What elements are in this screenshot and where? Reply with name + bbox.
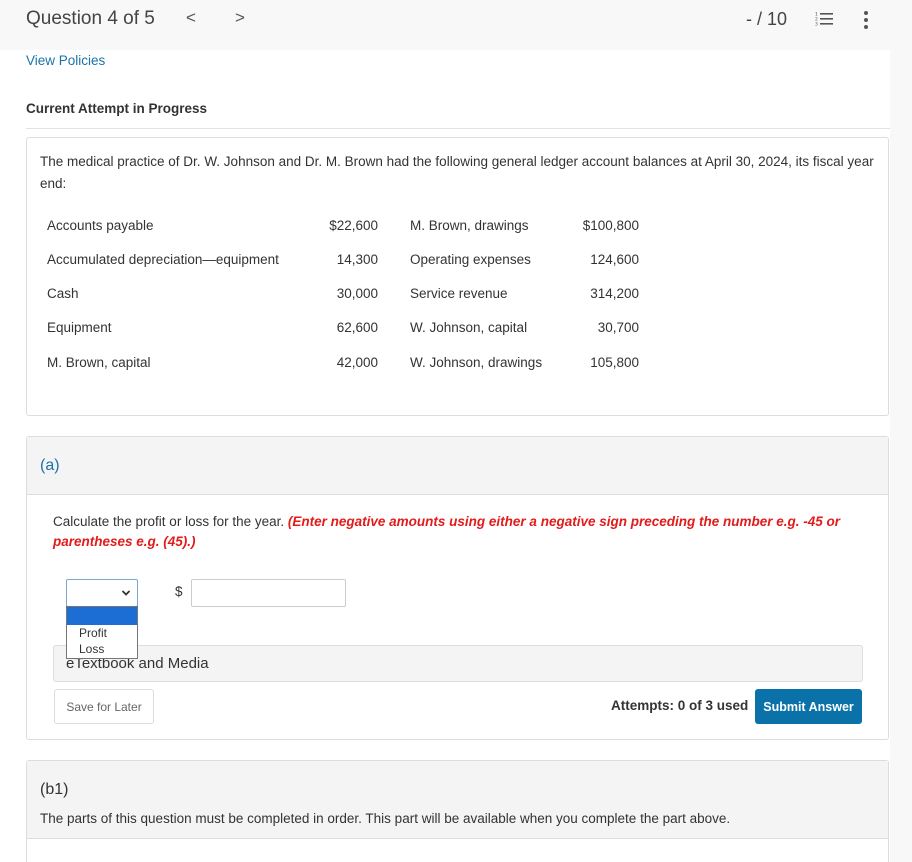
- account-name: Service revenue: [410, 286, 508, 301]
- part-b1-label: (b1): [40, 781, 69, 798]
- question-content: View Policies Current Attempt in Progres…: [0, 50, 890, 862]
- chevron-down-icon: [121, 590, 131, 596]
- attempt-heading: Current Attempt in Progress: [26, 101, 208, 116]
- dropdown-option-loss[interactable]: Loss: [67, 641, 137, 657]
- submit-answer-button[interactable]: Submit Answer: [755, 689, 862, 724]
- account-amount: 314,200: [590, 286, 639, 301]
- account-amount: $100,800: [582, 218, 639, 233]
- account-amount: 30,700: [597, 320, 639, 335]
- next-question-button[interactable]: >: [235, 8, 245, 28]
- more-vertical-icon[interactable]: [862, 10, 870, 30]
- account-amount: $22,600: [329, 218, 378, 233]
- view-policies-link[interactable]: View Policies: [26, 53, 105, 68]
- account-amount: 30,000: [336, 286, 378, 301]
- account-name: W. Johnson, drawings: [410, 355, 543, 370]
- account-name: Equipment: [47, 320, 112, 335]
- part-a-label: (a): [40, 457, 60, 474]
- numbered-list-icon[interactable]: 1 2 3: [815, 11, 833, 27]
- currency-symbol: $: [175, 584, 183, 599]
- question-header: Question 4 of 5 < > - / 10 1 2 3: [0, 0, 912, 50]
- etextbook-media-button[interactable]: eTextbook and Media: [53, 645, 863, 682]
- part-b1-header: (b1) The parts of this question must be …: [27, 761, 888, 839]
- account-name: W. Johnson, capital: [410, 320, 528, 335]
- score-display: - / 10: [746, 9, 788, 29]
- question-title: Question 4 of 5: [26, 8, 155, 29]
- account-name: M. Brown, capital: [47, 355, 151, 370]
- account-amount: 14,300: [336, 252, 378, 267]
- account-name: Accounts payable: [47, 218, 154, 233]
- account-amount: 105,800: [590, 355, 639, 370]
- dropdown-option-blank[interactable]: [67, 607, 137, 625]
- divider: [26, 128, 890, 129]
- account-name: M. Brown, drawings: [410, 218, 529, 233]
- profit-loss-dropdown-list: Profit Loss: [66, 606, 138, 659]
- dropdown-option-profit[interactable]: Profit: [67, 625, 137, 641]
- profit-loss-select[interactable]: [66, 579, 138, 607]
- svg-text:3: 3: [815, 22, 818, 28]
- part-a-instruction: Calculate the profit or loss for the yea…: [53, 512, 853, 552]
- problem-statement: The medical practice of Dr. W. Johnson a…: [26, 137, 889, 416]
- previous-question-button[interactable]: <: [186, 8, 196, 28]
- account-amount: 124,600: [590, 252, 639, 267]
- part-a-header: (a): [27, 437, 888, 495]
- part-b1-panel: (b1) The parts of this question must be …: [26, 760, 889, 862]
- account-name: Operating expenses: [410, 252, 531, 267]
- problem-text: The medical practice of Dr. W. Johnson a…: [40, 154, 874, 191]
- save-for-later-button[interactable]: Save for Later: [54, 689, 154, 724]
- account-amount: 42,000: [336, 355, 378, 370]
- attempts-counter: Attempts: 0 of 3 used: [611, 698, 749, 713]
- part-a-panel: (a) Calculate the profit or loss for the…: [26, 436, 889, 740]
- instruction-text: Calculate the profit or loss for the yea…: [53, 514, 285, 529]
- part-b1-locked-message: The parts of this question must be compl…: [40, 811, 731, 826]
- account-amount: 62,600: [336, 320, 378, 335]
- amount-input[interactable]: [191, 579, 346, 607]
- account-name: Cash: [47, 286, 79, 301]
- account-name: Accumulated depreciation—equipment: [47, 252, 279, 267]
